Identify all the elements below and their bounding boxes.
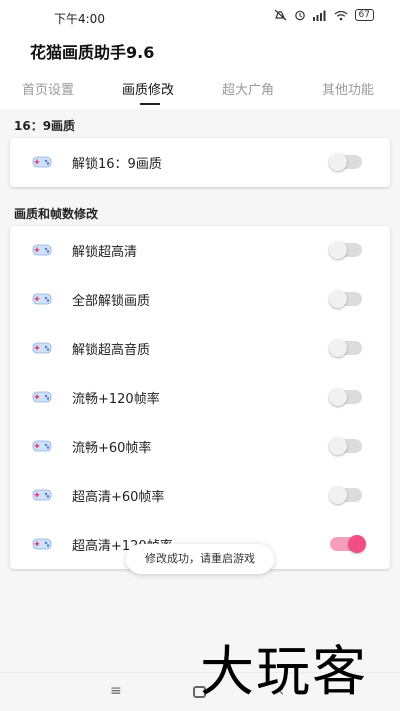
setting-row: 解锁超高音质 (10, 324, 390, 373)
setting-label: 解锁超高清 (72, 245, 138, 260)
setting-toggle[interactable] (329, 241, 362, 259)
toggle-knob (329, 437, 347, 455)
signal-icon (312, 10, 326, 21)
active-tab-indicator (140, 103, 160, 105)
app-header: 花猫画质助手9.6 (0, 32, 400, 65)
section-title-quality-fps: 画质和帧数修改 (14, 207, 99, 221)
gamepad-icon (32, 391, 52, 403)
wifi-icon (334, 10, 347, 20)
toggle-knob (329, 339, 347, 357)
setting-label: 流畅+120帧率 (72, 392, 160, 407)
toggle-knob (329, 388, 347, 406)
toggle-knob (329, 290, 347, 308)
status-time: 下午4:00 (54, 12, 105, 26)
tab-home-settings[interactable]: 首页设置 (22, 79, 74, 98)
setting-toggle[interactable] (329, 388, 362, 406)
toast-message: 修改成功，请重启游戏 (126, 544, 274, 574)
setting-label: 解锁超高音质 (72, 343, 151, 358)
toggle-knob (329, 486, 347, 504)
alarm-icon (294, 10, 305, 21)
gamepad-icon (32, 342, 52, 354)
setting-toggle[interactable] (330, 535, 366, 553)
status-bar: 下午4:00 67 (0, 0, 400, 32)
setting-toggle[interactable] (329, 486, 362, 504)
setting-toggle[interactable] (329, 153, 362, 171)
setting-row: 解锁16：9画质 (10, 138, 390, 187)
gamepad-icon (32, 293, 52, 305)
setting-toggle[interactable] (329, 339, 362, 357)
section-title-aspect: 16：9画质 (14, 119, 76, 133)
watermark-logo: 大玩客 (200, 640, 368, 703)
gamepad-icon (32, 538, 52, 550)
gamepad-icon (32, 440, 52, 452)
tab-other-functions[interactable]: 其他功能 (322, 79, 374, 98)
toggle-knob (329, 153, 347, 171)
setting-label: 解锁16：9画质 (72, 157, 162, 172)
tab-wide-angle[interactable]: 超大广角 (222, 79, 274, 98)
tab-bar: 首页设置 画质修改 超大广角 其他功能 (0, 65, 400, 109)
setting-label: 超高清+60帧率 (72, 490, 165, 505)
tab-quality-modify[interactable]: 画质修改 (122, 79, 174, 98)
mute-icon (274, 9, 286, 21)
setting-toggle[interactable] (329, 437, 362, 455)
aspect-card: 解锁16：9画质 (10, 138, 390, 187)
quality-fps-card: 解锁超高清 全部解锁画质 解锁超高音质 流畅+120帧率 流畅+60帧率 超高清… (10, 226, 390, 569)
gamepad-icon (32, 489, 52, 501)
status-icons: 67 (274, 9, 374, 21)
menu-icon[interactable]: ≡ (110, 683, 122, 699)
toggle-knob (348, 535, 366, 553)
battery-indicator: 67 (354, 9, 374, 21)
toggle-knob (329, 241, 347, 259)
setting-toggle[interactable] (329, 290, 362, 308)
setting-label: 全部解锁画质 (72, 294, 151, 309)
gamepad-icon (32, 156, 52, 168)
setting-label: 流畅+60帧率 (72, 441, 152, 456)
setting-row: 全部解锁画质 (10, 275, 390, 324)
setting-row: 解锁超高清 (10, 226, 390, 275)
setting-row: 超高清+60帧率 (10, 471, 390, 520)
app-title: 花猫画质助手9.6 (30, 43, 155, 62)
setting-row: 流畅+60帧率 (10, 422, 390, 471)
gamepad-icon (32, 244, 52, 256)
setting-row: 流畅+120帧率 (10, 373, 390, 422)
